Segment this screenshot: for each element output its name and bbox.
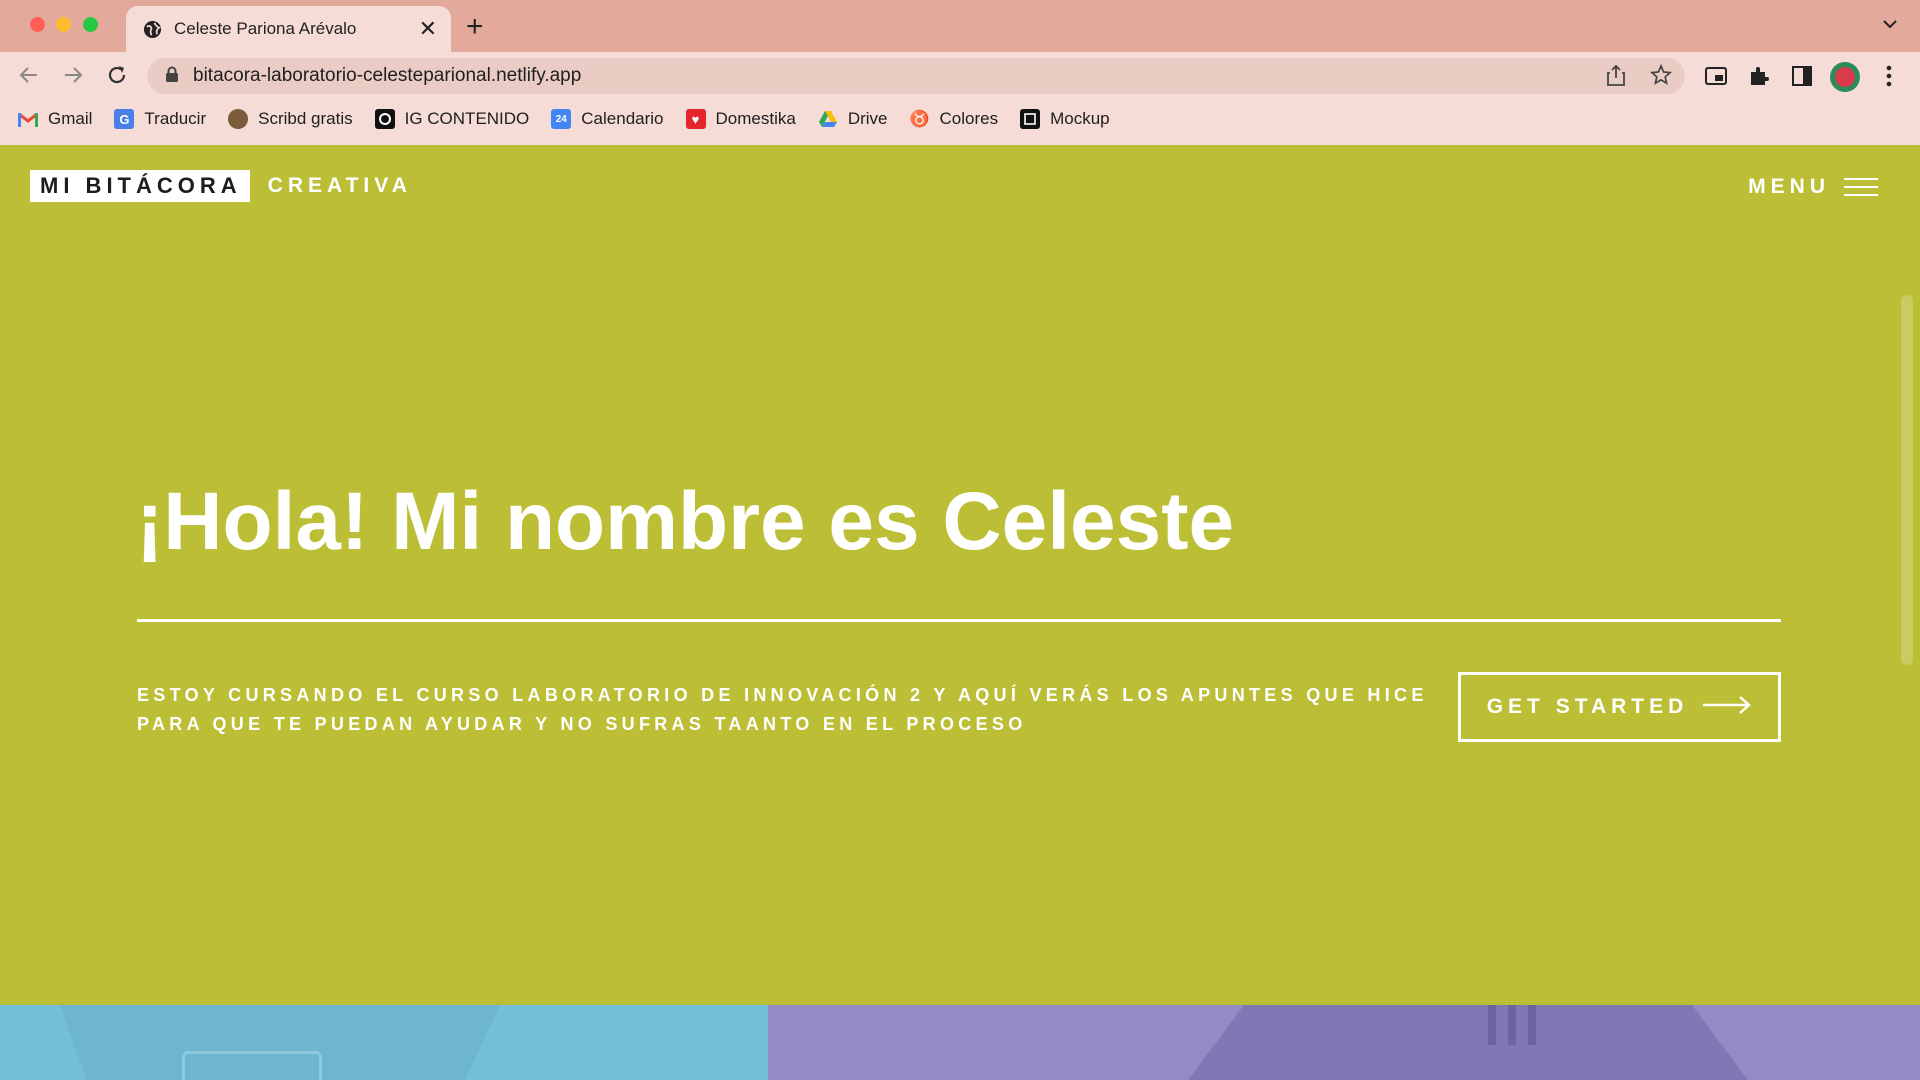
new-tab-button[interactable]: + — [466, 12, 484, 42]
gmail-icon — [18, 109, 38, 129]
hero-title: ¡Hola! Mi nombre es Celeste — [136, 476, 1235, 567]
address-bar[interactable]: bitacora-laboratorio-celesteparional.net… — [147, 58, 1685, 94]
menu-label: MENU — [1748, 175, 1830, 198]
page-viewport: MI BITÁCORA CREATIVA MENU ¡Hola! Mi nomb… — [0, 145, 1920, 1080]
logo-secondary-text: CREATIVA — [267, 174, 412, 197]
get-started-label: GET STARTED — [1486, 695, 1689, 718]
bookmark-star-icon[interactable] — [1649, 63, 1673, 91]
close-window-button[interactable] — [30, 17, 45, 32]
extensions-puzzle-icon[interactable] — [1746, 63, 1772, 89]
reload-button[interactable] — [104, 62, 130, 88]
arrow-right-icon — [1702, 695, 1752, 720]
lock-icon — [165, 66, 179, 87]
back-button[interactable] — [16, 62, 42, 88]
scribd-icon — [228, 109, 249, 129]
bookmark-domestika[interactable]: ♥ Domestika — [685, 109, 796, 129]
forward-button[interactable] — [60, 62, 86, 88]
maximize-window-button[interactable] — [83, 17, 98, 32]
bookmark-ig-contenido[interactable]: IG CONTENIDO — [374, 109, 529, 129]
calendar-icon: 24 — [551, 109, 572, 129]
translate-icon: G — [114, 109, 135, 129]
site-logo[interactable]: MI BITÁCORA CREATIVA — [30, 170, 412, 202]
get-started-button[interactable]: GET STARTED — [1458, 672, 1781, 742]
share-icon[interactable] — [1606, 64, 1626, 91]
url-text: bitacora-laboratorio-celesteparional.net… — [193, 65, 582, 86]
bookmark-scribd[interactable]: Scribd gratis — [228, 109, 353, 129]
bookmark-calendario[interactable]: 24 Calendario — [551, 109, 664, 129]
hero-divider — [137, 619, 1781, 622]
more-options-icon[interactable] — [1876, 63, 1902, 89]
tab-search-chevron-icon[interactable] — [1882, 16, 1898, 37]
globe-icon — [142, 19, 162, 39]
instagram-icon — [374, 109, 395, 129]
bookmark-gmail[interactable]: Gmail — [18, 109, 92, 129]
minimize-window-button[interactable] — [56, 17, 71, 32]
bookmark-traducir[interactable]: G Traducir — [114, 109, 206, 129]
bookmark-colores[interactable]: ♉ Colores — [910, 109, 999, 129]
bookmark-drive[interactable]: Drive — [818, 109, 888, 129]
close-tab-icon[interactable]: ✕ — [419, 18, 437, 40]
domestika-icon: ♥ — [685, 109, 706, 129]
drive-icon — [818, 109, 838, 129]
hero-subtitle: ESTOY CURSANDO EL CURSO LABORATORIO DE I… — [137, 685, 1428, 734]
profile-avatar[interactable] — [1830, 62, 1860, 92]
tab-title: Celeste Pariona Arévalo — [174, 19, 357, 38]
browser-tab-strip: Celeste Pariona Arévalo ✕ + — [0, 0, 1920, 52]
side-panel-icon[interactable] — [1789, 63, 1815, 89]
logo-box-text: MI BITÁCORA — [30, 170, 250, 202]
page-scrollbar[interactable] — [1901, 295, 1913, 665]
bookmark-mockup[interactable]: Mockup — [1020, 109, 1110, 129]
menu-button[interactable]: MENU — [1748, 175, 1878, 199]
picture-in-picture-icon[interactable] — [1703, 63, 1729, 89]
bookmarks-bar: Gmail G Traducir Scribd gratis IG CONTEN… — [18, 106, 1132, 132]
mockup-icon — [1020, 109, 1041, 129]
colors-icon: ♉ — [909, 111, 930, 128]
project-card-image-left[interactable] — [0, 1005, 768, 1080]
project-card-image-right[interactable] — [768, 1005, 1920, 1080]
hamburger-icon — [1844, 178, 1878, 196]
browser-tab[interactable]: Celeste Pariona Arévalo ✕ — [126, 6, 451, 52]
